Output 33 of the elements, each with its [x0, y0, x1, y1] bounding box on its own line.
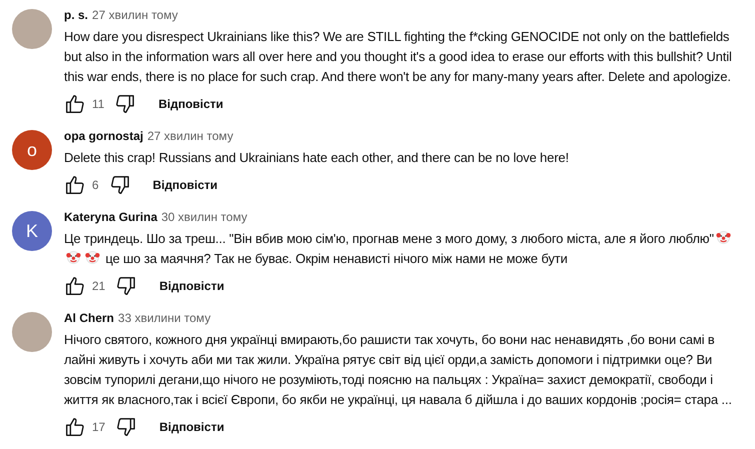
thumbs-down-icon[interactable] [114, 93, 136, 115]
comment-time[interactable]: 33 хвилини тому [118, 311, 211, 325]
like-count: 6 [92, 178, 99, 192]
reply-button[interactable]: Відповісти [146, 91, 236, 117]
author-name[interactable]: p. s. [64, 8, 88, 22]
comment-text: Це триндець. Шо за треш... "Він вбив мою сім'ю, прогнав мене з мого дому, з любого міста, але я його люблю" це шо за маячня? Так не буває. Окрім ненависті нічого між нами не може бути [64, 229, 747, 269]
user-avatar[interactable]: K [12, 211, 52, 251]
comment-text: Нічого святого, кожного дня українці вмирають,бо рашисти так хочуть, бо вони нас ненавидять ,бо вони самі в лайні живуть і хочуть аби ми так жили. Україна рятує світ від цієї орди,а замість допомоги і підтримки оце? Ви зовсім тупорилі дегани,що нічого не розуміють,тоді поясню на пальцях : Україна= захист демократії, свободи і життя як власного,так і всієї Європи, бо якби не українці, ця навала б дійшла і до ваших кордонів ;росія= стара ... [64, 331, 733, 409]
reply-button[interactable]: Відповісти [147, 273, 236, 299]
thumbs-up-icon[interactable] [64, 416, 86, 438]
comment-time[interactable]: 27 хвилин тому [92, 8, 178, 22]
like-count: 11 [92, 97, 104, 111]
thumbs-up-icon[interactable] [64, 93, 86, 115]
thumbs-down-icon[interactable] [115, 416, 138, 438]
thumbs-down-icon[interactable] [108, 174, 131, 196]
like-count: 17 [92, 420, 106, 434]
thumbs-down-icon[interactable] [115, 275, 138, 297]
comment-time[interactable]: 30 хвилин тому [161, 210, 248, 224]
author-name[interactable]: Kateryna Gurina [64, 210, 158, 224]
thumbs-up-icon[interactable] [64, 275, 86, 297]
clown-face-icon [85, 250, 100, 265]
like-count: 21 [92, 279, 106, 293]
comment-time[interactable]: 27 хвилин тому [147, 129, 234, 143]
comment-text: How dare you disrespect Ukrainians like this? We are STILL fighting the f*cking GENOCIDE not only on the battlefields but also in the information wars all over here and you thought it's a good idea to erase our efforts with this bullshit? Until this war ends, there is no place for such crap. And there won't be any for many-many years after. Delete and apologize. [64, 28, 733, 86]
author-name[interactable]: opa gornostaj [64, 129, 144, 143]
author-name[interactable]: Al Chern [64, 311, 114, 325]
comment-text: Delete this crap! Russians and Ukrainians hate each other, and there can be no love here! [64, 149, 570, 167]
reply-button[interactable]: Відповісти [147, 414, 236, 440]
thumbs-up-icon[interactable] [64, 174, 86, 196]
clown-face-icon [716, 230, 731, 245]
clown-face-icon [66, 250, 81, 265]
reply-button[interactable]: Відповісти [140, 172, 230, 198]
user-avatar[interactable]: o [12, 130, 52, 170]
